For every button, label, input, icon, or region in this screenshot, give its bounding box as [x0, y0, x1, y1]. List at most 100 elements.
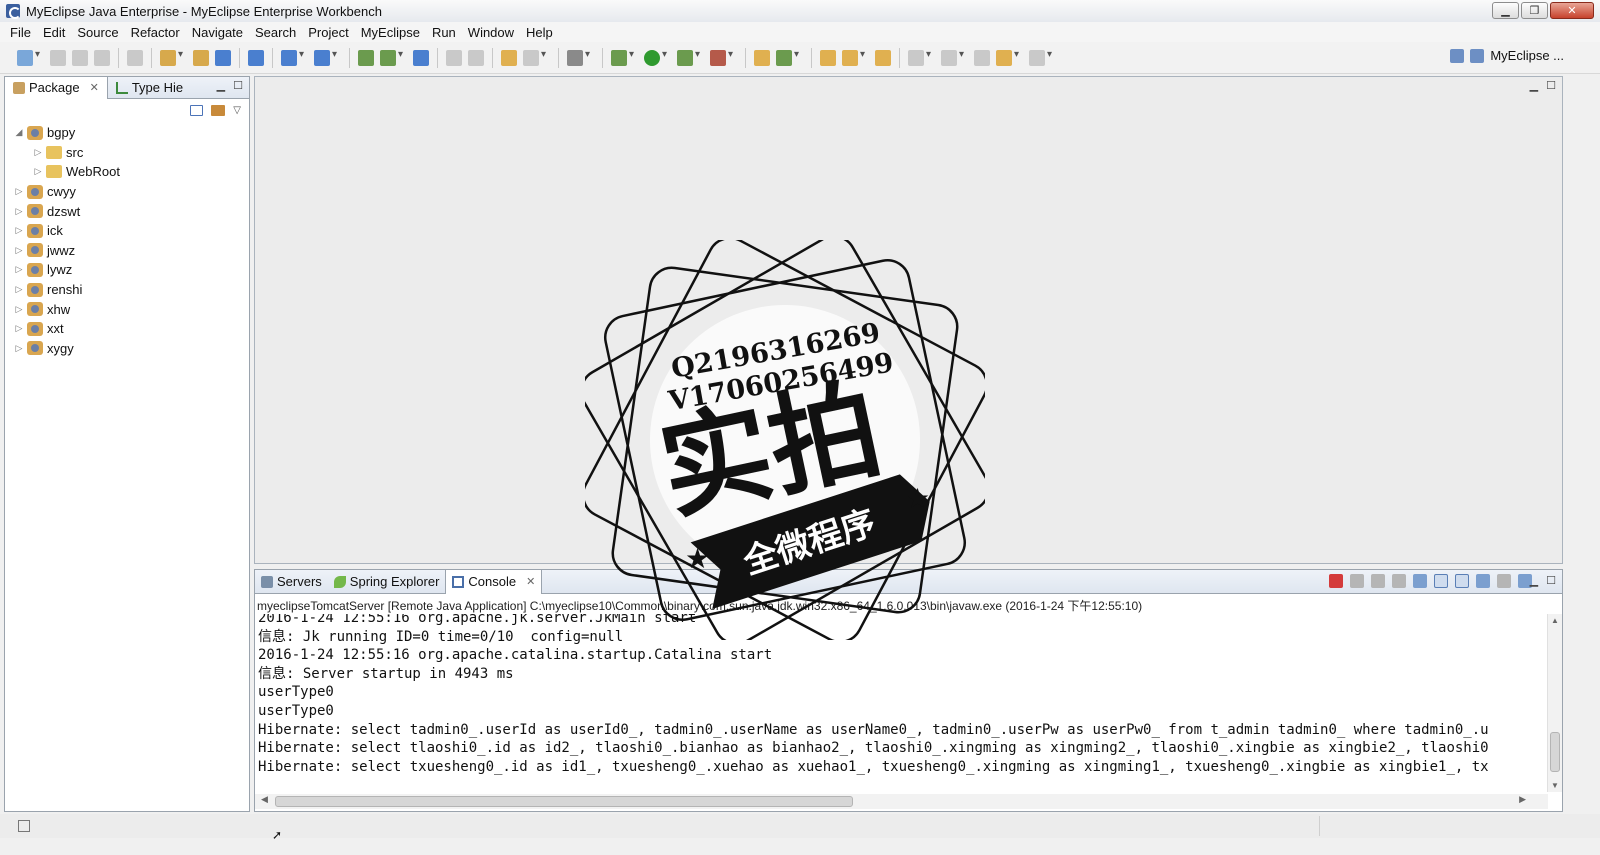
minimize-button[interactable]: ▁ [1492, 2, 1519, 19]
open-folder-icon[interactable] [820, 49, 836, 66]
tree-item-renshi[interactable]: ▷ renshi [5, 280, 249, 300]
tab-console[interactable]: Console ✕ [445, 569, 543, 594]
scrollbar-thumb[interactable] [1550, 732, 1560, 772]
tab-spring-explorer[interactable]: Spring Explorer [328, 570, 446, 594]
globe-icon[interactable] [413, 49, 429, 66]
menu-window[interactable]: Window [462, 25, 520, 40]
deploy-icon[interactable] [358, 49, 374, 66]
tree-item-cwyy[interactable]: ▷ cwyy [5, 182, 249, 202]
expanded-arrow-icon[interactable]: ◢ [13, 127, 25, 138]
tree-item-dzswt[interactable]: ▷ dzswt [5, 201, 249, 221]
debug-icon[interactable] [611, 49, 634, 66]
scroll-right-arrow-icon[interactable]: ▶ [1519, 794, 1526, 805]
fast-view-icon[interactable] [18, 820, 30, 832]
menu-myeclipse[interactable]: MyEclipse [355, 25, 426, 40]
scrollbar-thumb[interactable] [275, 796, 853, 807]
menu-source[interactable]: Source [71, 25, 124, 40]
minimize-view-icon[interactable]: ▁ [1530, 574, 1538, 587]
binary-icon[interactable] [127, 49, 143, 66]
menu-edit[interactable]: Edit [37, 25, 71, 40]
scroll-up-arrow-icon[interactable]: ▲ [1551, 616, 1559, 625]
new-class-icon[interactable] [754, 49, 770, 66]
collapsed-arrow-icon[interactable]: ▷ [32, 166, 44, 177]
pin-console-icon[interactable] [1476, 574, 1490, 588]
print-icon[interactable] [94, 49, 110, 66]
menu-file[interactable]: File [4, 25, 37, 40]
collapsed-arrow-icon[interactable]: ▷ [13, 284, 25, 295]
next-annotation-icon[interactable] [908, 49, 931, 66]
forward-icon[interactable] [1029, 49, 1052, 66]
console-horizontal-scrollbar[interactable]: ◀ ▶ [255, 794, 1548, 809]
new-wizard-icon[interactable] [281, 49, 304, 66]
pencil-icon[interactable] [842, 49, 865, 66]
task-icon[interactable] [875, 49, 891, 66]
maximize-view-icon[interactable]: ☐ [1546, 574, 1556, 587]
remove-all-icon[interactable] [1371, 574, 1385, 588]
show-on-stderr-icon[interactable] [1455, 574, 1469, 588]
back-icon[interactable] [996, 49, 1019, 66]
collapsed-arrow-icon[interactable]: ▷ [13, 304, 25, 315]
server-icon[interactable] [380, 49, 403, 66]
menu-refactor[interactable]: Refactor [125, 25, 186, 40]
collapsed-arrow-icon[interactable]: ▷ [13, 206, 25, 217]
collapsed-arrow-icon[interactable]: ▷ [13, 323, 25, 334]
new-interface-icon[interactable] [776, 49, 799, 66]
collapsed-arrow-icon[interactable]: ▷ [13, 225, 25, 236]
maximize-view-icon[interactable]: ☐ [233, 79, 243, 92]
new-project-icon[interactable] [160, 49, 183, 66]
last-edit-icon[interactable] [974, 49, 990, 66]
prev-annotation-icon[interactable] [941, 49, 964, 66]
scroll-lock-icon[interactable] [1413, 574, 1427, 588]
console-output[interactable]: 2016-1-24 12:55:16 org.apache.jk.server.… [255, 614, 1548, 792]
scroll-down-arrow-icon[interactable]: ▼ [1551, 781, 1559, 790]
new-icon[interactable] [17, 49, 40, 66]
tab-servers[interactable]: Servers [255, 570, 328, 594]
coverage-icon[interactable] [677, 49, 700, 66]
collapsed-arrow-icon[interactable]: ▷ [13, 186, 25, 197]
tree-item-xxt[interactable]: ▷ xxt [5, 319, 249, 339]
save-all-icon[interactable] [72, 49, 88, 66]
tree-item-xygy[interactable]: ▷ xygy [5, 339, 249, 359]
search-icon[interactable] [314, 49, 337, 66]
menu-navigate[interactable]: Navigate [186, 25, 249, 40]
save-icon[interactable] [50, 49, 66, 66]
collapsed-arrow-icon[interactable]: ▷ [13, 264, 25, 275]
clear-console-icon[interactable] [1392, 574, 1406, 588]
remove-launch-icon[interactable] [1350, 574, 1364, 588]
refresh-icon[interactable] [446, 49, 462, 66]
camera-icon[interactable] [567, 49, 590, 66]
restore-button[interactable]: ❐ [1521, 2, 1548, 19]
menu-project[interactable]: Project [302, 25, 354, 40]
menu-search[interactable]: Search [249, 25, 302, 40]
collapsed-arrow-icon[interactable]: ▷ [13, 245, 25, 256]
close-button[interactable]: ✕ [1550, 2, 1594, 19]
maximize-view-icon[interactable]: ☐ [1546, 79, 1556, 92]
external-tools-icon[interactable] [710, 49, 733, 66]
tab-package-explorer[interactable]: Package ✕ [5, 76, 108, 99]
web-icon[interactable] [523, 49, 546, 66]
scroll-left-arrow-icon[interactable]: ◀ [261, 794, 268, 805]
display-console-icon[interactable] [1497, 574, 1511, 588]
collapse-all-icon[interactable] [190, 104, 204, 116]
menu-help[interactable]: Help [520, 25, 559, 40]
tree-item-lywz[interactable]: ▷ lywz [5, 260, 249, 280]
view-menu-icon[interactable]: ▽ [233, 105, 241, 116]
tree-item-xhw[interactable]: ▷ xhw [5, 299, 249, 319]
menu-run[interactable]: Run [426, 25, 462, 40]
minimize-view-icon[interactable]: ▁ [217, 79, 225, 92]
tree-item-ick[interactable]: ▷ ick [5, 221, 249, 241]
build-icon[interactable] [468, 49, 484, 66]
tree-item-jwwz[interactable]: ▷ jwwz [5, 241, 249, 261]
show-on-stdout-icon[interactable] [1434, 574, 1448, 588]
collapsed-arrow-icon[interactable]: ▷ [32, 147, 44, 158]
run-icon[interactable] [644, 49, 667, 66]
image-icon[interactable] [501, 49, 517, 66]
close-tab-icon[interactable]: ✕ [90, 81, 99, 94]
console-vertical-scrollbar[interactable]: ▲ ▼ [1547, 614, 1562, 792]
perspective-switcher[interactable]: MyEclipse ... [1450, 48, 1564, 63]
close-tab-icon[interactable]: ✕ [526, 575, 535, 588]
database-icon[interactable] [215, 49, 231, 66]
open-type-icon[interactable] [248, 49, 264, 66]
tab-type-hierarchy[interactable]: Type Hie [108, 77, 191, 99]
link-with-editor-icon[interactable] [211, 104, 226, 116]
